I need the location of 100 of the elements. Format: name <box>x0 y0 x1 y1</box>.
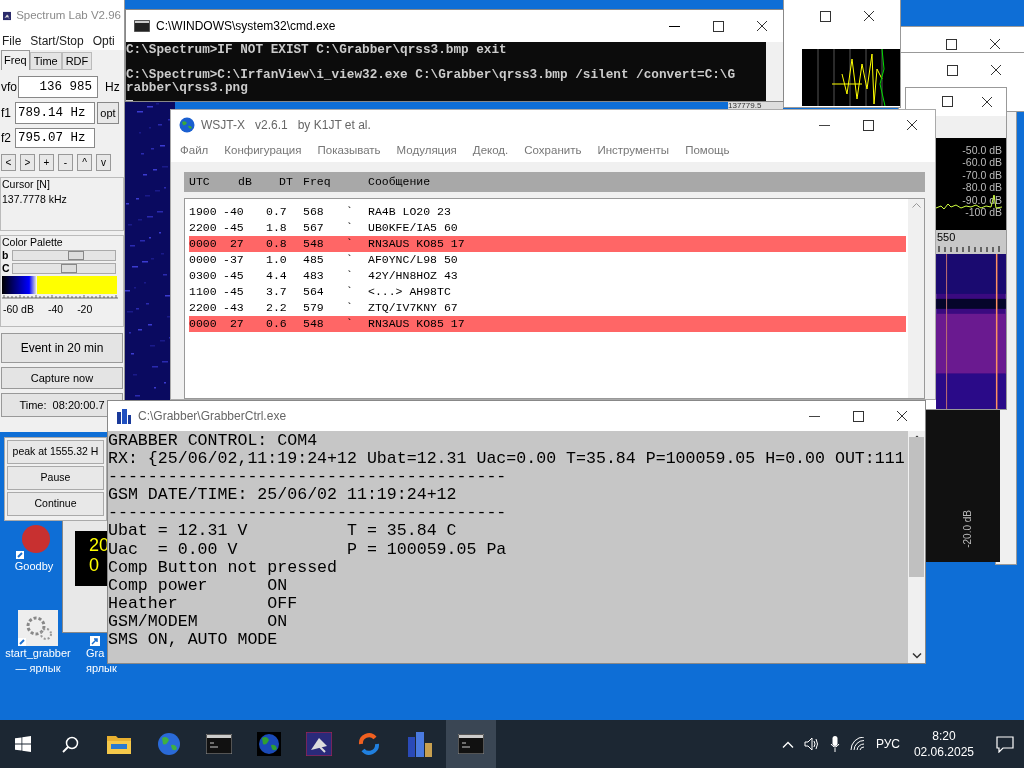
menu-item[interactable]: Декод. <box>472 142 509 160</box>
menu-item[interactable]: Модуляция <box>396 142 457 160</box>
table-cell-text: 564 <box>303 284 325 301</box>
scrollbar[interactable] <box>908 431 925 663</box>
step-button[interactable]: v <box>96 154 111 171</box>
app-icon <box>16 523 52 559</box>
menu-item[interactable]: Сохранить <box>524 142 582 160</box>
minimize-icon <box>818 124 830 126</box>
menu-item[interactable]: Start/Stop <box>30 32 84 50</box>
menu-item[interactable]: Opti <box>92 32 115 50</box>
tab[interactable]: RDF <box>61 52 93 70</box>
table-cell-text: 548 <box>303 316 325 333</box>
language-indicator[interactable]: РУС <box>875 735 900 753</box>
close-icon <box>863 10 875 22</box>
menu-item[interactable]: Файл <box>180 142 209 160</box>
table-cell-text: 1100 <box>189 284 218 301</box>
step-button[interactable]: > <box>20 154 35 171</box>
gear-icon <box>18 610 58 646</box>
step-button[interactable]: + <box>39 154 54 171</box>
maximize-icon <box>852 410 864 422</box>
menu-item[interactable]: File <box>2 32 22 50</box>
table-cell-text: 483 <box>303 268 325 285</box>
panel-button[interactable]: peak at 1555.32 H <box>7 440 104 464</box>
slider-track[interactable] <box>12 249 116 261</box>
slider-label: b <box>2 249 10 261</box>
shortcut-label[interactable]: Goodby <box>14 559 54 574</box>
table-cell-text: <...> AH98TC <box>368 284 451 301</box>
shortcut-label[interactable]: ярлык <box>86 661 117 676</box>
column-header: Сообщение <box>368 174 431 191</box>
minimize-icon <box>808 415 820 417</box>
console-line: GSM/MODEM ON <box>108 612 289 632</box>
scale-label: -20 <box>77 303 93 314</box>
console-line: ---------------------------------------- <box>108 468 508 487</box>
console-line: GSM DATE/TIME: 25/06/02 11:19:24+12 <box>108 486 458 505</box>
axis-label: -20.0 dB <box>962 510 972 548</box>
table-cell-text: 27 <box>228 236 245 253</box>
table-cell-text: ` <box>346 220 354 237</box>
scroll-thumb[interactable] <box>909 437 924 577</box>
vfo-field[interactable]: 136 985 <box>18 76 98 98</box>
shortcut-label[interactable]: — ярлык <box>15 661 61 676</box>
slider-thumb[interactable] <box>67 250 84 260</box>
f2-field[interactable]: 795.07 Hz <box>15 128 95 148</box>
f1-field[interactable]: 789.14 Hz <box>15 102 95 124</box>
capture-button[interactable]: Capture now <box>1 367 123 389</box>
decode-row[interactable]: 0000 27 0.8 548 ` RN3AUS KO85 17 <box>189 236 906 252</box>
taskbar-button[interactable] <box>446 720 496 768</box>
sync-icon <box>357 732 381 756</box>
panel-button[interactable]: Continue <box>7 492 104 516</box>
clock-date: 02.06.2025 <box>913 744 974 760</box>
axis-label: 550 <box>937 229 957 244</box>
decode-row[interactable]: 0000 -37 1.0 485 ` AF0YNC/L98 50 <box>189 252 906 268</box>
tab[interactable]: Freq <box>1 50 30 70</box>
step-button[interactable]: < <box>1 154 16 171</box>
menu-item[interactable]: Помощь <box>685 142 730 160</box>
column-header: Freq <box>303 174 332 191</box>
scroll-down-icon <box>911 653 922 659</box>
close-icon <box>981 95 993 108</box>
group-title: Color Palette <box>2 237 64 248</box>
event-button[interactable]: Event in 20 min <box>1 333 123 363</box>
opt-button[interactable]: opt <box>97 102 119 124</box>
decode-row[interactable]: 1900 -40 0.7 568 ` RA4B LO20 23 <box>189 204 906 220</box>
slider-track[interactable] <box>12 262 116 274</box>
slider-thumb[interactable] <box>61 263 78 273</box>
frequency-readout: 137779.5 <box>728 102 762 110</box>
decode-row[interactable]: 0000 27 0.6 548 ` RN3AUS KO85 17 <box>189 316 906 332</box>
db-label: -60.0 dB <box>962 156 1002 169</box>
menu-item[interactable]: Инструменты <box>597 142 670 160</box>
scrollbar[interactable] <box>908 199 924 398</box>
console-line: ---------------------------------------- <box>108 504 508 523</box>
decode-row[interactable]: 2200 -45 1.8 567 ` UB0KFE/IA5 60 <box>189 220 906 236</box>
shortcut-label[interactable]: Gra <box>86 646 105 661</box>
menu-item[interactable]: Показывать <box>317 142 381 160</box>
window-title: C:\WINDOWS\system32\cmd.exe <box>156 18 336 35</box>
unit-label: Hz <box>105 79 120 96</box>
close-icon <box>906 119 918 131</box>
decode-row[interactable]: 0300 -45 4.4 483 ` 42Y/HN8HOZ 43 <box>189 268 906 284</box>
scrollbar[interactable] <box>766 42 783 101</box>
table-cell-text: ` <box>346 300 354 317</box>
field-label: vfo <box>1 79 15 96</box>
table-cell-text: 2200 <box>189 220 218 237</box>
tab[interactable]: Time <box>29 52 62 70</box>
clock[interactable]: 8:20 02.06.2025 <box>909 728 978 760</box>
console-line: C:\Spectrum>C:\IrfanView\i_view32.exe C:\Grabber\qrss3.bmp /silent /convert=C:\G <box>126 69 737 82</box>
time-button[interactable]: Time: 08:20:00.7 <box>1 393 123 417</box>
table-cell-text: 2.2 <box>266 300 288 317</box>
panel-button[interactable]: Pause <box>7 466 104 490</box>
step-button[interactable]: - <box>58 154 73 171</box>
close-icon <box>896 410 908 422</box>
wifi-icon <box>849 737 866 751</box>
decode-row[interactable]: 2200 -43 2.2 579 ` ZTQ/IV7KNY 67 <box>189 300 906 316</box>
menu-item[interactable]: Конфигурация <box>224 142 302 160</box>
console-line: rabber\qrss3.png <box>126 81 248 94</box>
satellite-dish-icon <box>306 732 332 756</box>
table-cell-text: ` <box>346 204 354 221</box>
step-button[interactable]: ^ <box>77 154 92 171</box>
shortcut-label[interactable]: start_grabber <box>5 646 71 661</box>
window-title: C:\Grabber\GrabberCtrl.exe <box>138 408 287 425</box>
decode-row[interactable]: 1100 -45 3.7 564 ` <...> AH98TC <box>189 284 906 300</box>
globe-icon <box>179 117 195 133</box>
console-line: Comp Button not pressed <box>108 558 339 577</box>
